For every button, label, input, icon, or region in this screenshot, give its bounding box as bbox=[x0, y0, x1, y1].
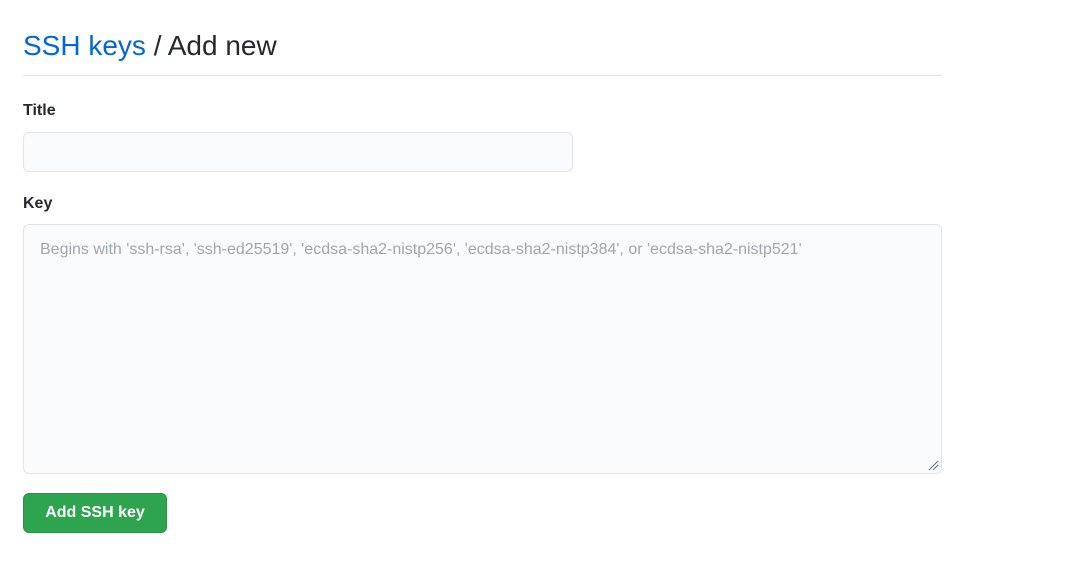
add-ssh-key-button[interactable]: Add SSH key bbox=[23, 493, 167, 533]
key-textarea[interactable] bbox=[23, 224, 942, 474]
key-label: Key bbox=[23, 195, 53, 212]
breadcrumb-ssh-keys-link[interactable]: SSH keys bbox=[23, 30, 146, 61]
breadcrumb-separator: / bbox=[153, 30, 168, 61]
add-ssh-key-page: SSH keys / Add new Title Key Add SSH key bbox=[0, 0, 1082, 564]
textarea-resize-grip-icon[interactable] bbox=[927, 459, 939, 471]
page-header: SSH keys / Add new bbox=[23, 26, 942, 76]
breadcrumb-current: Add new bbox=[167, 30, 277, 61]
title-label: Title bbox=[23, 102, 56, 119]
page-title: SSH keys / Add new bbox=[23, 26, 942, 66]
title-input[interactable] bbox=[23, 132, 573, 172]
